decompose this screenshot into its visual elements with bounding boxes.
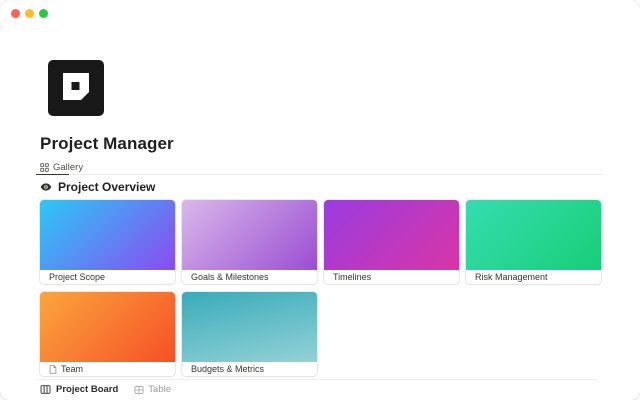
- card-title: Project Scope: [49, 272, 105, 282]
- card-cover: [324, 200, 459, 270]
- gallery-grid: Project Scope Goals & Milestones Timelin…: [40, 200, 600, 376]
- card-title: Goals & Milestones: [191, 272, 269, 282]
- card-title: Budgets & Metrics: [191, 364, 264, 374]
- card-project-scope[interactable]: Project Scope: [40, 200, 175, 284]
- tab-table-label: Table: [148, 384, 171, 395]
- card-goals-milestones[interactable]: Goals & Milestones: [182, 200, 317, 284]
- close-window-button[interactable]: [11, 9, 20, 18]
- overview-section-title: Project Overview: [58, 180, 155, 194]
- gallery-icon: [40, 163, 49, 172]
- overview-section-header[interactable]: Project Overview: [40, 180, 155, 194]
- document-glyph-icon: [62, 73, 90, 101]
- view-tabbar: Gallery: [36, 159, 604, 175]
- card-cover: [182, 200, 317, 270]
- tabbar-divider: [36, 174, 604, 175]
- card-risk-management[interactable]: Risk Management: [466, 200, 601, 284]
- table-icon: [134, 385, 144, 395]
- active-tab-underline: [36, 174, 69, 176]
- card-timelines[interactable]: Timelines: [324, 200, 459, 284]
- section-divider: [36, 379, 598, 380]
- board-section-header: Project Board Table: [40, 384, 171, 395]
- board-icon: [40, 384, 51, 395]
- card-cover: [466, 200, 601, 270]
- card-title: Risk Management: [475, 272, 548, 282]
- tab-gallery[interactable]: Gallery: [36, 160, 87, 175]
- card-budgets-metrics[interactable]: Budgets & Metrics: [182, 292, 317, 376]
- card-title: Team: [61, 364, 83, 374]
- card-cover: [40, 200, 175, 270]
- board-section-title[interactable]: Project Board: [56, 384, 118, 395]
- page-title: Project Manager: [40, 134, 174, 154]
- card-title: Timelines: [333, 272, 371, 282]
- card-cover: [182, 292, 317, 362]
- eye-icon: [40, 181, 52, 193]
- card-team[interactable]: Team: [40, 292, 175, 376]
- minimize-window-button[interactable]: [25, 9, 34, 18]
- page-logo-icon[interactable]: [48, 60, 104, 116]
- app-window: Project Manager Gallery Pr: [0, 0, 640, 400]
- tab-gallery-label: Gallery: [53, 162, 83, 173]
- zoom-window-button[interactable]: [39, 9, 48, 18]
- card-cover: [40, 292, 175, 362]
- page-icon: [49, 365, 57, 374]
- tab-table[interactable]: Table: [134, 384, 171, 395]
- window-controls: [11, 9, 48, 18]
